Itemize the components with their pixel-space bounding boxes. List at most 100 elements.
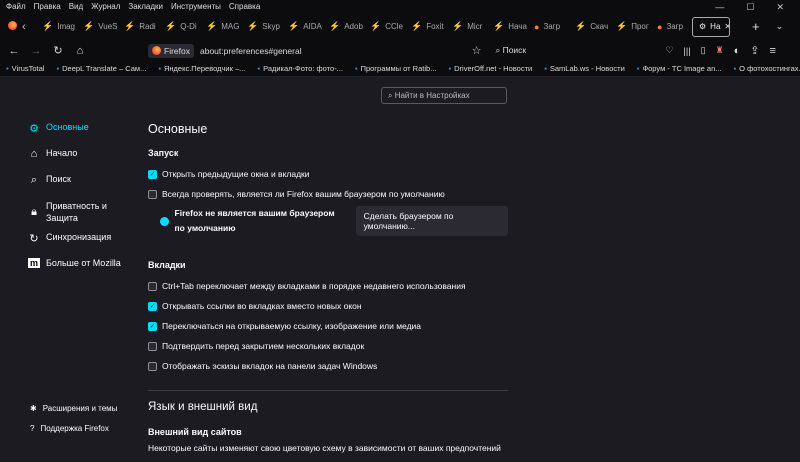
tab[interactable]: ⚡ Скач — [569, 17, 610, 37]
make-default-button[interactable]: Сделать браузером по умолчанию... — [355, 206, 508, 236]
firefox-view-button[interactable] — [0, 21, 22, 32]
tab-favicon-icon: ⚡ — [124, 21, 136, 31]
checkbox[interactable]: ✓ — [148, 169, 157, 179]
tab[interactable]: ● Загр — [651, 17, 692, 37]
tab[interactable]: ⚡ AIDA — [282, 17, 323, 37]
menu-icon[interactable]: ≡ — [769, 45, 775, 57]
tab[interactable]: ⚡ Radi — [118, 17, 159, 37]
extension-icon[interactable]: ♜ — [716, 45, 724, 56]
checkbox-option[interactable]: ✓ Открывать ссылки во вкладках вместо нов… — [148, 296, 508, 316]
bookmark-favicon-icon: ▪ — [636, 64, 640, 73]
divider — [148, 390, 508, 391]
checkbox-option[interactable]: Ctrl+Tab переключает между вкладками в п… — [148, 276, 508, 296]
tab[interactable]: ⚡ Imag — [36, 17, 77, 37]
bookmark-item[interactable]: ▪ Программы от Ratib... — [349, 64, 443, 73]
extensions-themes-link[interactable]: ✱ Расширения и темы — [30, 404, 117, 424]
tab[interactable]: ● Загр — [528, 17, 569, 37]
menu-item[interactable]: Файл — [6, 2, 26, 11]
bookmark-item[interactable]: ▪ Яндекс.Переводчик –... — [152, 64, 251, 73]
close-window-button[interactable]: ✕ — [776, 2, 784, 13]
bookmark-star-icon[interactable]: ☆ — [472, 44, 482, 57]
bookmark-item[interactable]: ▪ DeepL Translate – Сам... — [50, 64, 152, 73]
menu-item[interactable]: Закладки — [128, 2, 163, 11]
general-panel: Основные Запуск ✓ Открыть предыдущие окна… — [148, 122, 508, 453]
checkbox-option[interactable]: ✓ Переключаться на открываемую ссылку, из… — [148, 316, 508, 336]
help-icon: ? — [30, 424, 35, 433]
tab[interactable]: ⚡ VueS — [77, 17, 118, 37]
checkbox[interactable] — [148, 281, 157, 291]
tab[interactable]: ⚡ Adob — [323, 17, 364, 37]
bookmark-label: Радикал-Фото: фото-... — [263, 64, 343, 73]
new-tab-button[interactable]: + — [752, 19, 760, 34]
checkbox[interactable]: ✓ — [148, 321, 157, 331]
account-icon[interactable]: ◐ — [734, 45, 741, 57]
tab[interactable]: ⚡ Прог — [610, 17, 651, 37]
back-button[interactable]: ← — [4, 45, 24, 57]
checkbox-option[interactable]: Отображать эскизы вкладок на панели зада… — [148, 356, 508, 376]
tab[interactable]: ⚡ Foxit — [405, 17, 446, 37]
tab-label: MAG — [221, 22, 240, 31]
settings-search-input[interactable]: ⌕ Найти в Настройках — [381, 87, 507, 104]
checkbox[interactable]: ✓ — [148, 301, 157, 311]
checkbox-option[interactable]: Всегда проверять, является ли Firefox ва… — [148, 184, 508, 204]
menu-item[interactable]: Правка — [34, 2, 61, 11]
tab[interactable]: ⚡ MAG — [200, 17, 241, 37]
list-tabs-button[interactable]: ⌄ — [776, 21, 784, 32]
sidebar-item-general[interactable]: ⚙ Основные — [28, 122, 126, 148]
extensions-icon[interactable]: ⇪ — [750, 44, 759, 57]
bookmark-item[interactable]: ▪ SamLab.ws - Новости — [538, 64, 631, 73]
tab[interactable]: ⚡ Micr — [446, 17, 487, 37]
bookmark-item[interactable]: ▪ Форум - TC Image an... — [631, 64, 728, 73]
checkbox-label: Открыть предыдущие окна и вкладки — [162, 169, 310, 179]
support-link[interactable]: ? Поддержка Firefox — [30, 424, 117, 444]
library-icon[interactable]: ||| — [684, 46, 691, 56]
bookmark-item[interactable]: ▪ VirusTotal — [0, 64, 50, 73]
bookmark-item[interactable]: ▪ Радикал-Фото: фото-... — [251, 64, 349, 73]
pocket-icon[interactable]: ♡ — [665, 45, 673, 56]
checkbox[interactable] — [148, 189, 157, 199]
bookmark-item[interactable]: ▪О фотохостингах. Вн... — [728, 64, 800, 73]
reload-button[interactable]: ↻ — [48, 44, 68, 57]
tab[interactable]: ⚡ Нача — [487, 17, 528, 37]
sidebar-item-search[interactable]: ⌕ Поиск — [28, 174, 126, 200]
minimize-button[interactable]: — — [715, 2, 724, 13]
bookmark-label: DriverOff.net - Новости — [454, 64, 533, 73]
forward-button[interactable]: → — [26, 45, 46, 57]
tabs-heading: Вкладки — [148, 260, 186, 270]
search-icon: ⌕ — [30, 174, 38, 186]
checkbox-label: Ctrl+Tab переключает между вкладками в п… — [162, 281, 466, 291]
url-bar[interactable]: about:preferences#general — [200, 46, 302, 56]
checkbox-label: Подтвердить перед закрытием нескольких в… — [162, 341, 365, 351]
checkbox[interactable] — [148, 361, 157, 371]
home-icon: ⌂ — [30, 148, 38, 160]
checkbox-option[interactable]: ✓ Открыть предыдущие окна и вкладки — [148, 164, 508, 184]
sidebar-item-mozilla[interactable]: m Больше от Mozilla — [28, 258, 126, 284]
tab-settings[interactable]: ⚙На✕ — [692, 16, 730, 37]
close-tab-icon[interactable]: ✕ — [724, 22, 729, 31]
identity-chip[interactable]: Firefox — [148, 43, 194, 58]
tab-favicon-icon: ⚡ — [42, 21, 54, 31]
tab-favicon-icon: ⚡ — [329, 21, 341, 31]
search-box[interactable]: ⌕ Поиск — [495, 45, 645, 56]
maximize-button[interactable]: ☐ — [746, 2, 754, 13]
tab-label: Нача — [508, 22, 527, 31]
sidebar-item-privacy[interactable]: 🔒︎ Приватность и Защита — [28, 200, 126, 232]
tab[interactable]: ⚡ Q-Di — [159, 17, 200, 37]
menu-item[interactable]: Справка — [229, 2, 260, 11]
menu-item[interactable]: Вид — [69, 2, 83, 11]
menu-item[interactable]: Журнал — [91, 2, 120, 11]
sync-icon: ↻ — [29, 233, 39, 245]
bookmark-label: VirusTotal — [11, 64, 45, 73]
home-button[interactable]: ⌂ — [70, 45, 90, 57]
scroll-tabs-left-button[interactable]: ‹ — [22, 21, 36, 33]
tab[interactable]: ⚡ Skyp — [241, 17, 282, 37]
checkbox-option[interactable]: Подтвердить перед закрытием нескольких в… — [148, 336, 508, 356]
sidebar-item-sync[interactable]: ↻ Синхронизация — [28, 232, 126, 258]
bookmark-label: Яндекс.Переводчик –... — [164, 64, 246, 73]
sidebar-item-home[interactable]: ⌂ Начало — [28, 148, 126, 174]
checkbox[interactable] — [148, 341, 157, 351]
sidebar-icon[interactable]: ▯ — [701, 45, 706, 56]
tab[interactable]: ⚡ CCle — [364, 17, 405, 37]
bookmark-item[interactable]: ▪ DriverOff.net - Новости — [442, 64, 538, 73]
menu-item[interactable]: Инструменты — [171, 2, 221, 11]
